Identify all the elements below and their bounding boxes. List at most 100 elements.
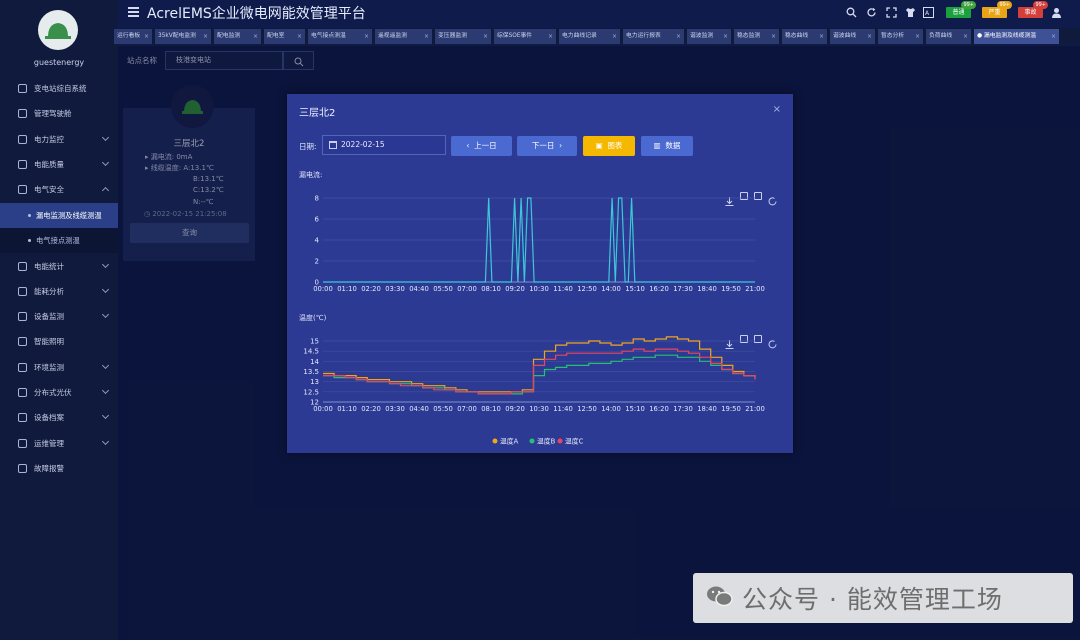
close-icon[interactable]: ×	[819, 29, 824, 44]
tab-11[interactable]: 稳态监测 ×	[734, 29, 779, 44]
close-icon[interactable]: ×	[676, 29, 681, 44]
sidebar-item-8[interactable]: 能耗分析	[0, 279, 118, 304]
calendar-icon	[329, 141, 337, 149]
sidebar-item-7[interactable]: 电能统计	[0, 254, 118, 279]
tab-2[interactable]: 配电监测 ×	[214, 29, 261, 44]
y-tick-label: 6	[315, 216, 320, 224]
fullscreen-icon[interactable]	[886, 7, 897, 18]
data-view-button[interactable]: ▥ 数据	[641, 136, 693, 156]
tab-8[interactable]: 电力曲线记录 ×	[559, 29, 620, 44]
close-icon[interactable]: ×	[253, 29, 258, 44]
tab-12[interactable]: 稳态曲线 ×	[782, 29, 827, 44]
tab-3[interactable]: 配电室 ×	[264, 29, 305, 44]
sidebar-item-11[interactable]: 环境监测	[0, 355, 118, 380]
legend-marker[interactable]	[529, 438, 535, 444]
close-icon[interactable]: ×	[723, 29, 728, 44]
refresh-icon[interactable]	[866, 7, 877, 18]
tab-16[interactable]: ● 漏电监测及线缆测温 ×	[974, 29, 1059, 44]
close-icon[interactable]: ×	[915, 29, 920, 44]
chart-view-button[interactable]: ▣ 图表	[583, 136, 635, 156]
legend-marker[interactable]	[492, 438, 498, 444]
tab-13[interactable]: 谐波曲线 ×	[830, 29, 875, 44]
x-tick-label: 19:50	[721, 405, 741, 413]
x-tick-label: 08:10	[481, 285, 501, 293]
next-day-button[interactable]: 下一日 ›	[517, 136, 577, 156]
legend-marker[interactable]	[557, 438, 563, 444]
tab-label: 漏电监测及线缆测温	[983, 33, 1037, 39]
menu-icon[interactable]	[128, 7, 139, 18]
sidebar-item-label: 变电站综自系统	[34, 84, 87, 93]
x-tick-label: 12:50	[577, 405, 597, 413]
legend-label[interactable]: 温度C	[565, 437, 584, 446]
sidebar-subitem-5[interactable]: 漏电监测及线缆测温	[0, 203, 118, 228]
sidebar-item-15[interactable]: 故障报警	[0, 456, 118, 481]
close-icon[interactable]: ×	[963, 29, 968, 44]
sidebar-item-10[interactable]: 智能照明	[0, 329, 118, 354]
close-icon[interactable]: ×	[773, 104, 781, 115]
sidebar-item-1[interactable]: 管理驾驶舱	[0, 101, 118, 126]
tab-10[interactable]: 谐波监测 ×	[687, 29, 731, 44]
search-icon[interactable]	[846, 7, 857, 18]
close-icon[interactable]: ×	[424, 29, 429, 44]
tab-14[interactable]: 暂态分析 ×	[878, 29, 923, 44]
sidebar-item-14[interactable]: 运维管理	[0, 431, 118, 456]
y-tick-label: 4	[315, 237, 320, 245]
x-tick-label: 10:30	[529, 405, 549, 413]
tab-1[interactable]: 35kV配电监测 ×	[155, 29, 211, 44]
tab-6[interactable]: 变压器监测 ×	[435, 29, 491, 44]
x-tick-label: 12:50	[577, 285, 597, 293]
close-icon[interactable]: ×	[297, 29, 302, 44]
shirt-icon[interactable]	[905, 7, 916, 18]
detail-modal: 三层北2 × 日期: 2022-02-15 ‹ 上一日 下一日 › ▣ 图表 ▥…	[287, 94, 793, 453]
tab-label: 谐波曲线	[833, 33, 857, 39]
close-icon[interactable]: ×	[548, 29, 553, 44]
alarm-severe-badge[interactable]: 严重 99+	[982, 1, 1012, 18]
close-icon[interactable]: ×	[483, 29, 488, 44]
x-tick-label: 16:20	[649, 405, 669, 413]
close-icon[interactable]: ×	[867, 29, 872, 44]
environment-icon	[18, 363, 27, 372]
user-icon[interactable]	[1051, 7, 1062, 18]
sidebar-item-label: 能耗分析	[34, 287, 64, 296]
close-icon[interactable]: ×	[364, 29, 369, 44]
close-icon[interactable]: ×	[612, 29, 617, 44]
sidebar-item-9[interactable]: 设备监测	[0, 304, 118, 329]
x-tick-label: 01:10	[337, 405, 357, 413]
helmet-icon	[45, 23, 71, 39]
x-tick-label: 15:10	[625, 285, 645, 293]
sidebar-item-0[interactable]: 变电站综自系统	[0, 76, 118, 101]
legend-label[interactable]: 温度A	[500, 437, 519, 446]
font-size-icon[interactable]: A	[923, 7, 934, 18]
close-icon[interactable]: ×	[1051, 29, 1056, 44]
x-tick-label: 10:30	[529, 285, 549, 293]
tab-15[interactable]: 负荷曲线 ×	[926, 29, 971, 44]
chevron-down-icon	[101, 411, 110, 420]
tab-4[interactable]: 电气接点测温 ×	[308, 29, 372, 44]
avatar[interactable]	[38, 10, 78, 50]
sidebar-item-3[interactable]: 电能质量	[0, 152, 118, 177]
date-input[interactable]: 2022-02-15	[322, 135, 446, 155]
sidebar-item-13[interactable]: 设备档案	[0, 405, 118, 430]
tab-7[interactable]: 综保SOE事件 ×	[494, 29, 556, 44]
sidebar-subitem-6[interactable]: 电气接点测温	[0, 228, 118, 253]
prev-day-button[interactable]: ‹ 上一日	[451, 136, 512, 156]
close-icon[interactable]: ×	[203, 29, 208, 44]
tab-0[interactable]: 运行看板 ×	[114, 29, 152, 44]
tab-9[interactable]: 电力运行报表 ×	[623, 29, 684, 44]
sidebar-item-12[interactable]: 分布式光伏	[0, 380, 118, 405]
x-tick-label: 04:40	[409, 285, 429, 293]
x-tick-label: 07:00	[457, 405, 477, 413]
alarm-accident-badge[interactable]: 事故 99+	[1018, 1, 1048, 18]
x-tick-label: 18:40	[697, 285, 717, 293]
modal-title: 三层北2	[299, 108, 336, 119]
sidebar-item-4[interactable]: 电气安全	[0, 177, 118, 202]
close-icon[interactable]: ×	[144, 29, 149, 44]
sidebar-item-2[interactable]: 电力监控	[0, 127, 118, 152]
alarm-normal-badge[interactable]: 普通 99+	[946, 1, 976, 18]
x-tick-label: 00:00	[313, 285, 333, 293]
sidebar-item-label: 设备监测	[34, 312, 64, 321]
tab-5[interactable]: 遥视遥监测 ×	[375, 29, 432, 44]
legend-label[interactable]: 温度B	[537, 437, 556, 446]
close-icon[interactable]: ×	[771, 29, 776, 44]
x-tick-label: 17:30	[673, 285, 693, 293]
